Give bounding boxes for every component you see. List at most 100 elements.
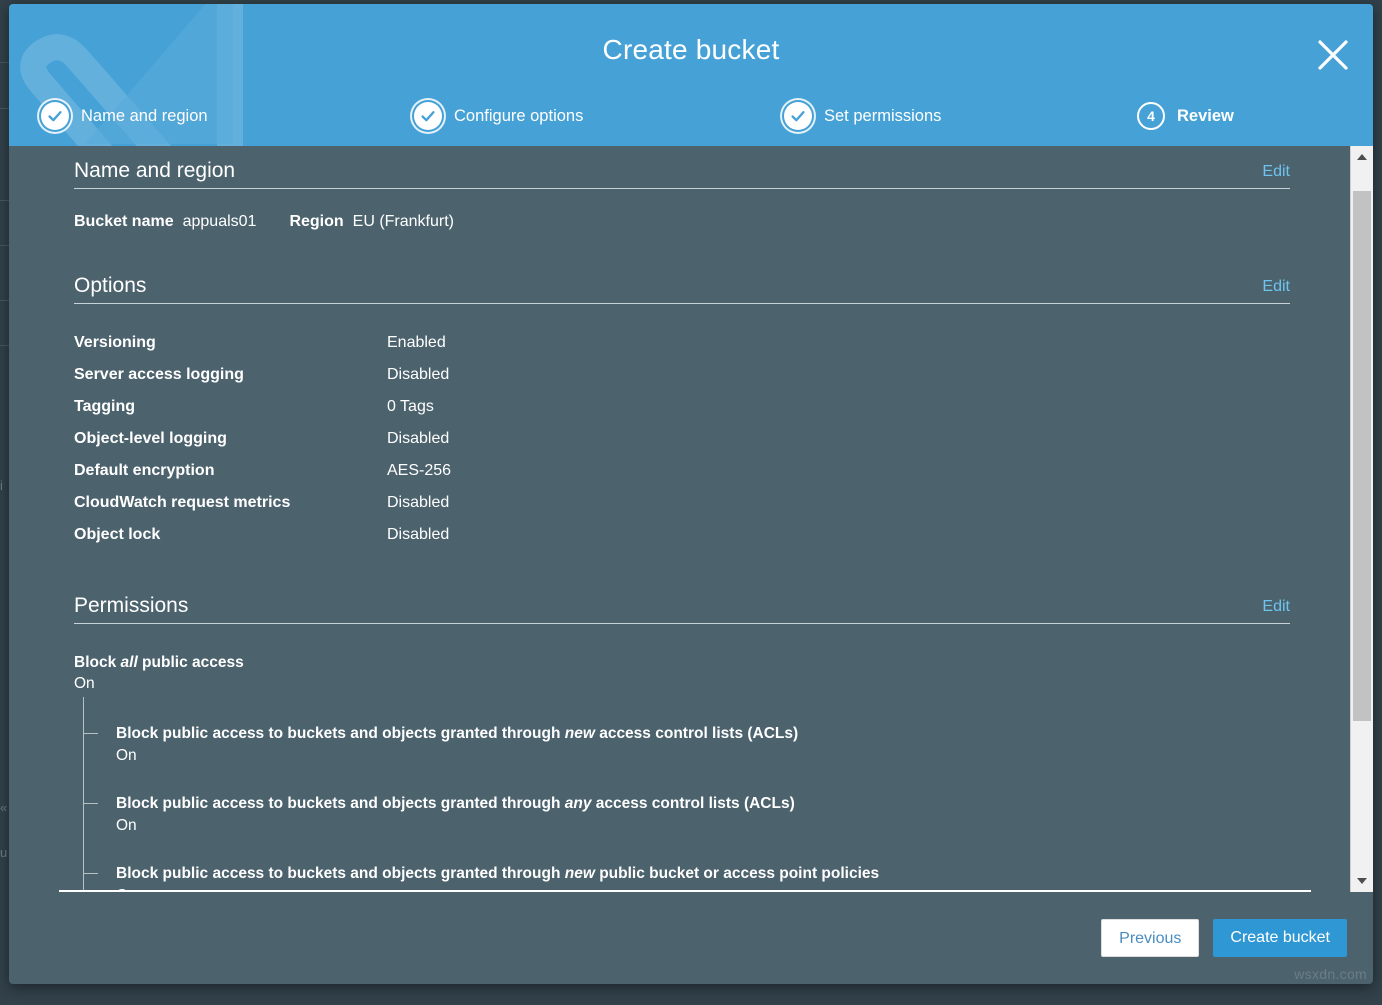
create-bucket-dialog: Create bucket Name and region: [9, 4, 1373, 984]
permission-label: Block public access to buckets and objec…: [116, 864, 1290, 884]
region-value: EU (Frankfurt): [353, 213, 454, 231]
table-row: CloudWatch request metrics Disabled: [74, 487, 1290, 519]
permission-state: On: [116, 814, 1290, 837]
wizard-step-label: Configure options: [454, 107, 583, 126]
block-all-public-access-state: On: [74, 673, 1290, 695]
scroll-down-button[interactable]: [1351, 870, 1373, 892]
permission-emphasis: any: [565, 795, 592, 812]
edit-link-permissions[interactable]: Edit: [1262, 599, 1290, 616]
option-key: CloudWatch request metrics: [74, 487, 387, 519]
permission-emphasis: new: [565, 865, 595, 882]
backdrop-artifact: [0, 345, 9, 346]
permission-emphasis: new: [565, 725, 595, 742]
edit-link-name-and-region[interactable]: Edit: [1262, 164, 1290, 181]
step-complete-icon: [41, 102, 69, 130]
check-icon: [418, 106, 438, 126]
section-title: Permissions: [74, 595, 188, 616]
option-value: 0 Tags: [387, 391, 434, 423]
wizard-step-label: Set permissions: [824, 107, 941, 126]
option-key: Object-level logging: [74, 423, 387, 455]
vertical-scrollbar[interactable]: [1350, 146, 1373, 892]
wizard-step-configure-options[interactable]: Configure options: [414, 102, 583, 130]
section-title: Name and region: [74, 160, 235, 181]
wizard-step-review[interactable]: 4 Review: [1137, 102, 1234, 130]
dialog-footer: Previous Create bucket wsxdn.com: [9, 892, 1373, 984]
chevron-up-icon: [1357, 154, 1367, 160]
review-scroll-region: Name and region Edit Bucket name appuals…: [9, 146, 1350, 892]
block-all-emphasis: all: [121, 654, 138, 671]
block-all-public-access-label: Block all public access: [74, 652, 1290, 673]
step-complete-icon: [784, 102, 812, 130]
list-item: Block public access to buckets and objec…: [116, 837, 1290, 892]
list-item: Block public access to buckets and objec…: [116, 767, 1290, 837]
list-item: Block public access to buckets and objec…: [116, 697, 1290, 767]
dialog-body: Name and region Edit Bucket name appuals…: [9, 146, 1373, 892]
option-value: Disabled: [387, 519, 449, 551]
option-key: Server access logging: [74, 359, 387, 391]
tree-tick: [83, 733, 98, 734]
permission-suffix: public bucket or access point policies: [595, 865, 879, 882]
option-key: Object lock: [74, 519, 387, 551]
wizard-steps: Name and region Configure options Set pe…: [9, 102, 1373, 142]
tree-tick: [83, 873, 98, 874]
option-value: Disabled: [387, 359, 449, 391]
table-row: Server access logging Disabled: [74, 359, 1290, 391]
wizard-step-name-and-region[interactable]: Name and region: [41, 102, 208, 130]
wizard-step-label: Review: [1177, 107, 1234, 126]
backdrop-artifact: [0, 62, 9, 63]
backdrop-artifact: [0, 108, 9, 109]
close-icon: [1310, 32, 1356, 78]
backdrop-artifact: [0, 200, 9, 201]
permission-suffix: access control lists (ACLs): [591, 795, 794, 812]
dialog-title: Create bucket: [9, 34, 1373, 66]
section-header-name-and-region: Name and region Edit: [74, 160, 1290, 189]
tree-rail: [83, 697, 84, 892]
backdrop-artifact: [0, 245, 9, 246]
options-list: Versioning Enabled Server access logging…: [74, 327, 1290, 551]
option-value: AES-256: [387, 455, 451, 487]
permission-prefix: Block public access to buckets and objec…: [116, 725, 565, 742]
bucket-name-value: appuals01: [183, 213, 257, 231]
create-bucket-button[interactable]: Create bucket: [1213, 919, 1347, 957]
close-button[interactable]: [1310, 32, 1356, 78]
permissions-children: Block public access to buckets and objec…: [74, 697, 1290, 892]
watermark: wsxdn.com: [1294, 966, 1367, 982]
section-header-permissions: Permissions Edit: [74, 595, 1290, 624]
previous-button[interactable]: Previous: [1101, 919, 1199, 957]
tree-tick: [83, 803, 98, 804]
option-value: Disabled: [387, 423, 449, 455]
permission-label: Block public access to buckets and objec…: [116, 724, 1290, 744]
bucket-name-region-row: Bucket name appuals01 Region EU (Frankfu…: [74, 213, 1290, 231]
block-all-prefix: Block: [74, 654, 121, 671]
bucket-name-label: Bucket name: [74, 213, 174, 231]
permission-label: Block public access to buckets and objec…: [116, 794, 1290, 814]
region-label: Region: [289, 213, 343, 231]
option-value: Enabled: [387, 327, 446, 359]
edit-link-options[interactable]: Edit: [1262, 279, 1290, 296]
table-row: Object-level logging Disabled: [74, 423, 1290, 455]
table-row: Versioning Enabled: [74, 327, 1290, 359]
wizard-step-label: Name and region: [81, 107, 208, 126]
dialog-header: Create bucket Name and region: [9, 4, 1373, 146]
option-key: Versioning: [74, 327, 387, 359]
permission-prefix: Block public access to buckets and objec…: [116, 795, 565, 812]
option-value: Disabled: [387, 487, 449, 519]
step-number-badge: 4: [1137, 102, 1165, 130]
scroll-up-button[interactable]: [1351, 146, 1373, 168]
check-icon: [788, 106, 808, 126]
step-complete-icon: [414, 102, 442, 130]
option-key: Default encryption: [74, 455, 387, 487]
scrollbar-thumb[interactable]: [1353, 191, 1371, 721]
chevron-down-icon: [1357, 878, 1367, 884]
table-row: Default encryption AES-256: [74, 455, 1290, 487]
table-row: Object lock Disabled: [74, 519, 1290, 551]
wizard-step-set-permissions[interactable]: Set permissions: [784, 102, 941, 130]
backdrop-artifact: [0, 300, 9, 301]
check-icon: [45, 106, 65, 126]
section-title: Options: [74, 275, 146, 296]
table-row: Tagging 0 Tags: [74, 391, 1290, 423]
section-header-options: Options Edit: [74, 275, 1290, 304]
permission-suffix: access control lists (ACLs): [595, 725, 798, 742]
option-key: Tagging: [74, 391, 387, 423]
permission-state: On: [116, 744, 1290, 767]
